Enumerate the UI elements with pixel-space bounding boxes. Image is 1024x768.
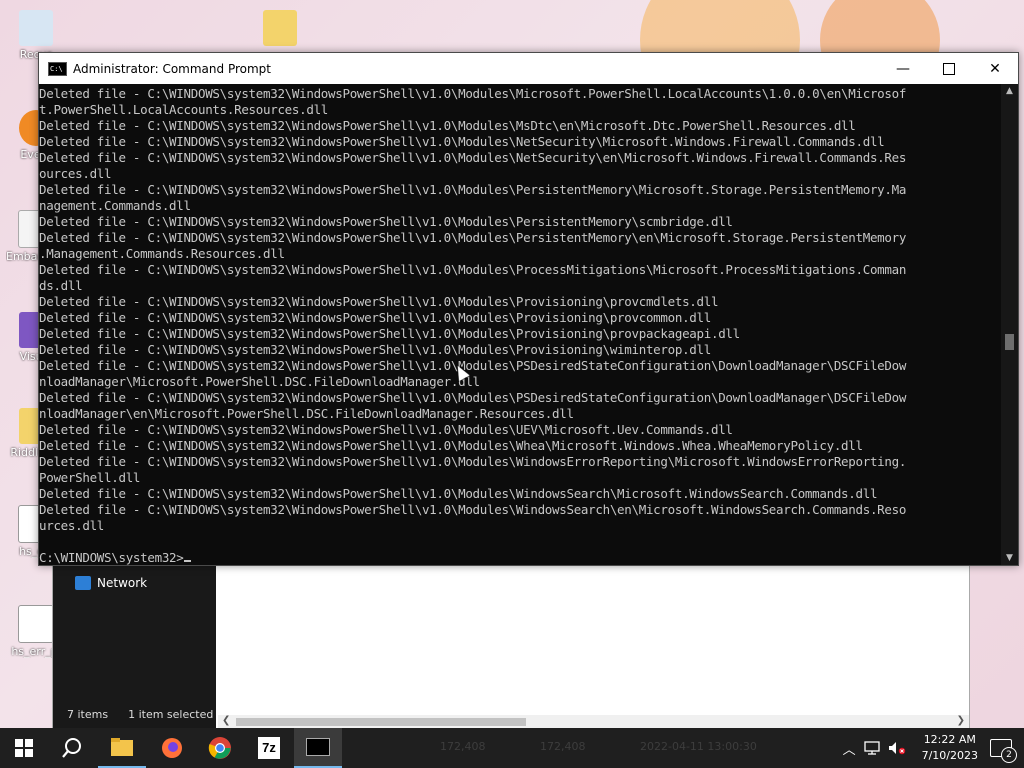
console-line: Deleted file - C:\WINDOWS\system32\Windo… [39,486,878,501]
console-line: Deleted file - C:\WINDOWS\system32\Windo… [39,326,740,341]
console-output[interactable]: Deleted file - C:\WINDOWS\system32\Windo… [39,84,1001,565]
console-line: Deleted file - C:\WINDOWS\system32\Windo… [39,262,907,277]
console-line: Deleted file - C:\WINDOWS\system32\Windo… [39,182,907,197]
clock-time: 12:22 AM [923,733,976,746]
console-line: nloadManager\Microsoft.PowerShell.DSC.Fi… [39,374,480,389]
chrome-icon [208,737,231,759]
scroll-right-icon[interactable]: ❯ [957,715,965,726]
console-line: Deleted file - C:\WINDOWS\system32\Windo… [39,230,907,245]
network-icon[interactable] [863,741,880,755]
taskbar-app-command-prompt[interactable] [294,728,342,768]
console-line: Deleted file - C:\WINDOWS\system32\Windo… [39,422,733,437]
file-explorer-window: Network 7 items 1 item selected 8 ❮ ❯ [52,563,970,730]
action-center-button[interactable]: 2 [990,739,1017,763]
text-cursor [183,560,191,562]
scroll-up-icon[interactable]: ▲ [1001,84,1018,98]
console-line: C:\WINDOWS\system32> [39,550,1001,565]
search-icon [62,738,81,758]
scrollbar-thumb[interactable] [236,718,526,726]
console-line: PowerShell.dll [39,470,141,485]
status-item-count: 7 items [67,707,109,721]
minimize-icon: — [896,60,910,77]
console-line: Deleted file - C:\WINDOWS\system32\Windo… [39,390,907,405]
status-bar: 7 items 1 item selected 8 [53,699,230,729]
title-bar[interactable]: C:\ Administrator: Command Prompt — ✕ [39,53,1018,84]
taskbar-app-chrome[interactable] [196,728,244,768]
network-icon [75,576,91,590]
horizontal-scrollbar[interactable]: ❮ ❯ [218,715,969,729]
console-line: Deleted file - C:\WINDOWS\system32\Windo… [39,454,907,469]
minimize-button[interactable]: — [880,53,926,84]
taskbar-app-firefox[interactable] [148,728,196,768]
window-title: Administrator: Command Prompt [73,61,271,76]
console-line: nloadManager\en\Microsoft.PowerShell.DSC… [39,406,574,421]
console-line: Deleted file - C:\WINDOWS\system32\Windo… [39,134,885,149]
firefox-icon [162,738,182,758]
folder-icon [263,10,297,46]
console-line: Deleted file - C:\WINDOWS\system32\Windo… [39,502,907,517]
windows-logo-icon [15,739,33,757]
folder-icon [111,738,133,756]
7zip-icon: 7z [258,737,280,759]
scroll-down-icon[interactable]: ▼ [1001,551,1018,565]
console-line: .Management.Commands.Resources.dll [39,246,285,261]
text-file-icon [18,605,54,643]
console-line: t.PowerShell.LocalAccounts.Resources.dll [39,102,329,117]
console-line: urces.dll [39,518,105,533]
recycle-bin-icon [19,10,53,46]
vertical-scrollbar[interactable]: ▲ ▼ [1001,84,1018,565]
taskbar-app-7zip[interactable]: 7z [245,728,293,768]
taskbar-app-file-explorer[interactable] [98,728,146,768]
console-line: Deleted file - C:\WINDOWS\system32\Windo… [39,438,863,453]
background-text: 172,408 [440,740,486,753]
console-line: Deleted file - C:\WINDOWS\system32\Windo… [39,86,907,101]
nav-item-network[interactable]: Network [75,576,147,590]
console-line: ources.dll [39,166,112,181]
console-line: Deleted file - C:\WINDOWS\system32\Windo… [39,342,711,357]
close-icon: ✕ [989,60,1001,77]
console-line: Deleted file - C:\WINDOWS\system32\Windo… [39,294,719,309]
maximize-icon [943,62,955,75]
start-button[interactable] [0,728,48,768]
command-prompt-icon [306,738,330,756]
maximize-button[interactable] [926,53,972,84]
console-line: Deleted file - C:\WINDOWS\system32\Windo… [39,118,856,133]
desktop-icon-top-folder[interactable] [250,10,310,48]
console-line: Deleted file - C:\WINDOWS\system32\Windo… [39,358,907,373]
search-button[interactable] [48,728,96,768]
clock[interactable]: 12:22 AM 7/10/2023 [922,732,978,764]
console-line: Deleted file - C:\WINDOWS\system32\Windo… [39,310,711,325]
navigation-pane: Network [53,564,216,699]
command-prompt-window[interactable]: C:\ Administrator: Command Prompt — ✕ De… [38,52,1019,566]
system-tray: ︿ 12:22 AM 7/10/2023 2 [839,728,1024,768]
command-prompt-icon: C:\ [48,61,67,76]
background-text: 172,408 [540,740,586,753]
taskbar: 172,408 172,408 2022-04-11 13:00:30 7z ︿ [0,728,1024,768]
close-button[interactable]: ✕ [972,53,1018,84]
console-line: nagement.Commands.dll [39,198,191,213]
chevron-up-icon[interactable]: ︿ [843,739,856,758]
clock-date: 7/10/2023 [921,749,978,762]
nav-item-label: Network [97,576,148,590]
console-line: Deleted file - C:\WINDOWS\system32\Windo… [39,150,907,165]
volume-muted-icon[interactable] [888,741,906,755]
scroll-left-icon[interactable]: ❮ [222,715,230,726]
status-selected: 1 item selected [128,707,214,721]
background-text: 2022-04-11 13:00:30 [640,740,757,753]
scrollbar-thumb[interactable] [1005,334,1014,350]
notification-count-badge: 2 [1001,747,1017,763]
console-line: ds.dll [39,278,83,293]
console-line: Deleted file - C:\WINDOWS\system32\Windo… [39,214,733,229]
file-list-pane[interactable]: ❮ ❯ [218,564,969,729]
